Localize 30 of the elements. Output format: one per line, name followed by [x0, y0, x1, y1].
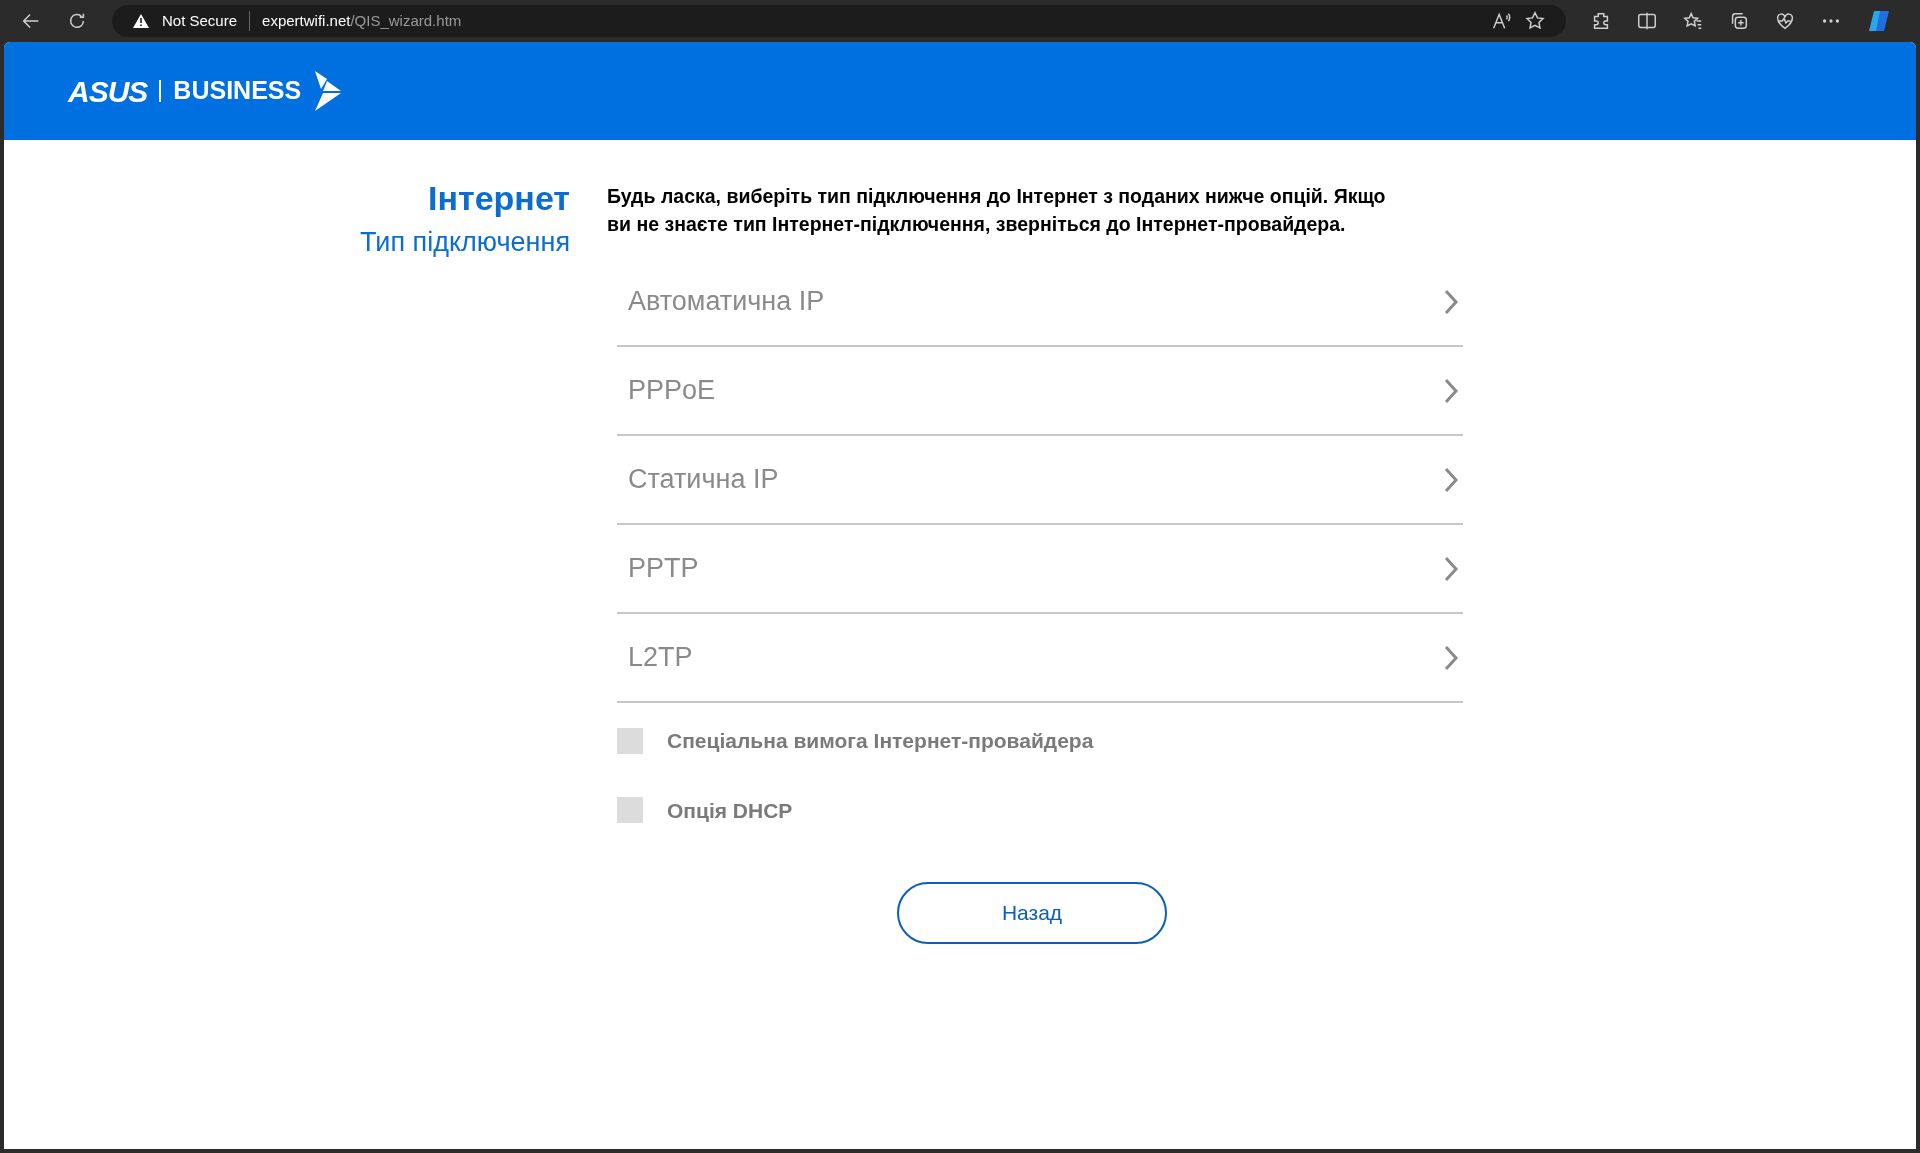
chevron-right-icon	[1443, 465, 1459, 494]
warning-icon	[132, 13, 150, 29]
page-title: Інтернет	[428, 178, 570, 219]
favorite-star-icon[interactable]	[1524, 10, 1546, 32]
chevron-right-icon	[1443, 376, 1459, 405]
division-label: BUSINESS	[173, 75, 302, 107]
checkbox[interactable]	[617, 797, 643, 824]
health-heart-icon[interactable]	[1774, 10, 1796, 32]
checkbox-label: Опція DHCP	[667, 797, 793, 824]
connection-type-option[interactable]: Автоматична IP	[617, 258, 1463, 347]
security-label: Not Secure	[162, 10, 238, 31]
checkbox-label: Спеціальна вимога Інтернет-провайдера	[667, 728, 1094, 754]
favorites-icon[interactable]	[1682, 10, 1704, 32]
back-button[interactable]: Назад	[897, 882, 1167, 944]
checkbox[interactable]	[617, 727, 643, 754]
brand-logo: ASUS	[68, 73, 148, 110]
chevron-right-icon	[1443, 554, 1459, 583]
logo-mark-icon	[313, 71, 342, 111]
instruction-text: Будь ласка, виберіть тип підключення до Інтернет з поданих нижче опцій. Якщо ви не знаєте тип Інтернет-підключення, зверніться до Інтернет-провайдера.	[607, 184, 1387, 237]
chevron-right-icon	[1443, 643, 1459, 672]
address-bar[interactable]: Not Secure expertwifi.net/QIS_wizard.htm	[112, 5, 1566, 37]
split-screen-icon[interactable]	[1636, 10, 1658, 32]
chevron-right-icon	[1443, 287, 1459, 316]
connection-type-option[interactable]: Статична IP	[617, 436, 1463, 525]
connection-type-option[interactable]: PPTP	[617, 525, 1463, 614]
url-text: expertwifi.net/QIS_wizard.htm	[262, 10, 462, 31]
copilot-icon[interactable]	[1866, 8, 1892, 34]
connection-type-option[interactable]: L2TP	[617, 614, 1463, 703]
page-subtitle: Тип підключення	[360, 226, 570, 259]
connection-type-option[interactable]: PPPoE	[617, 347, 1463, 436]
